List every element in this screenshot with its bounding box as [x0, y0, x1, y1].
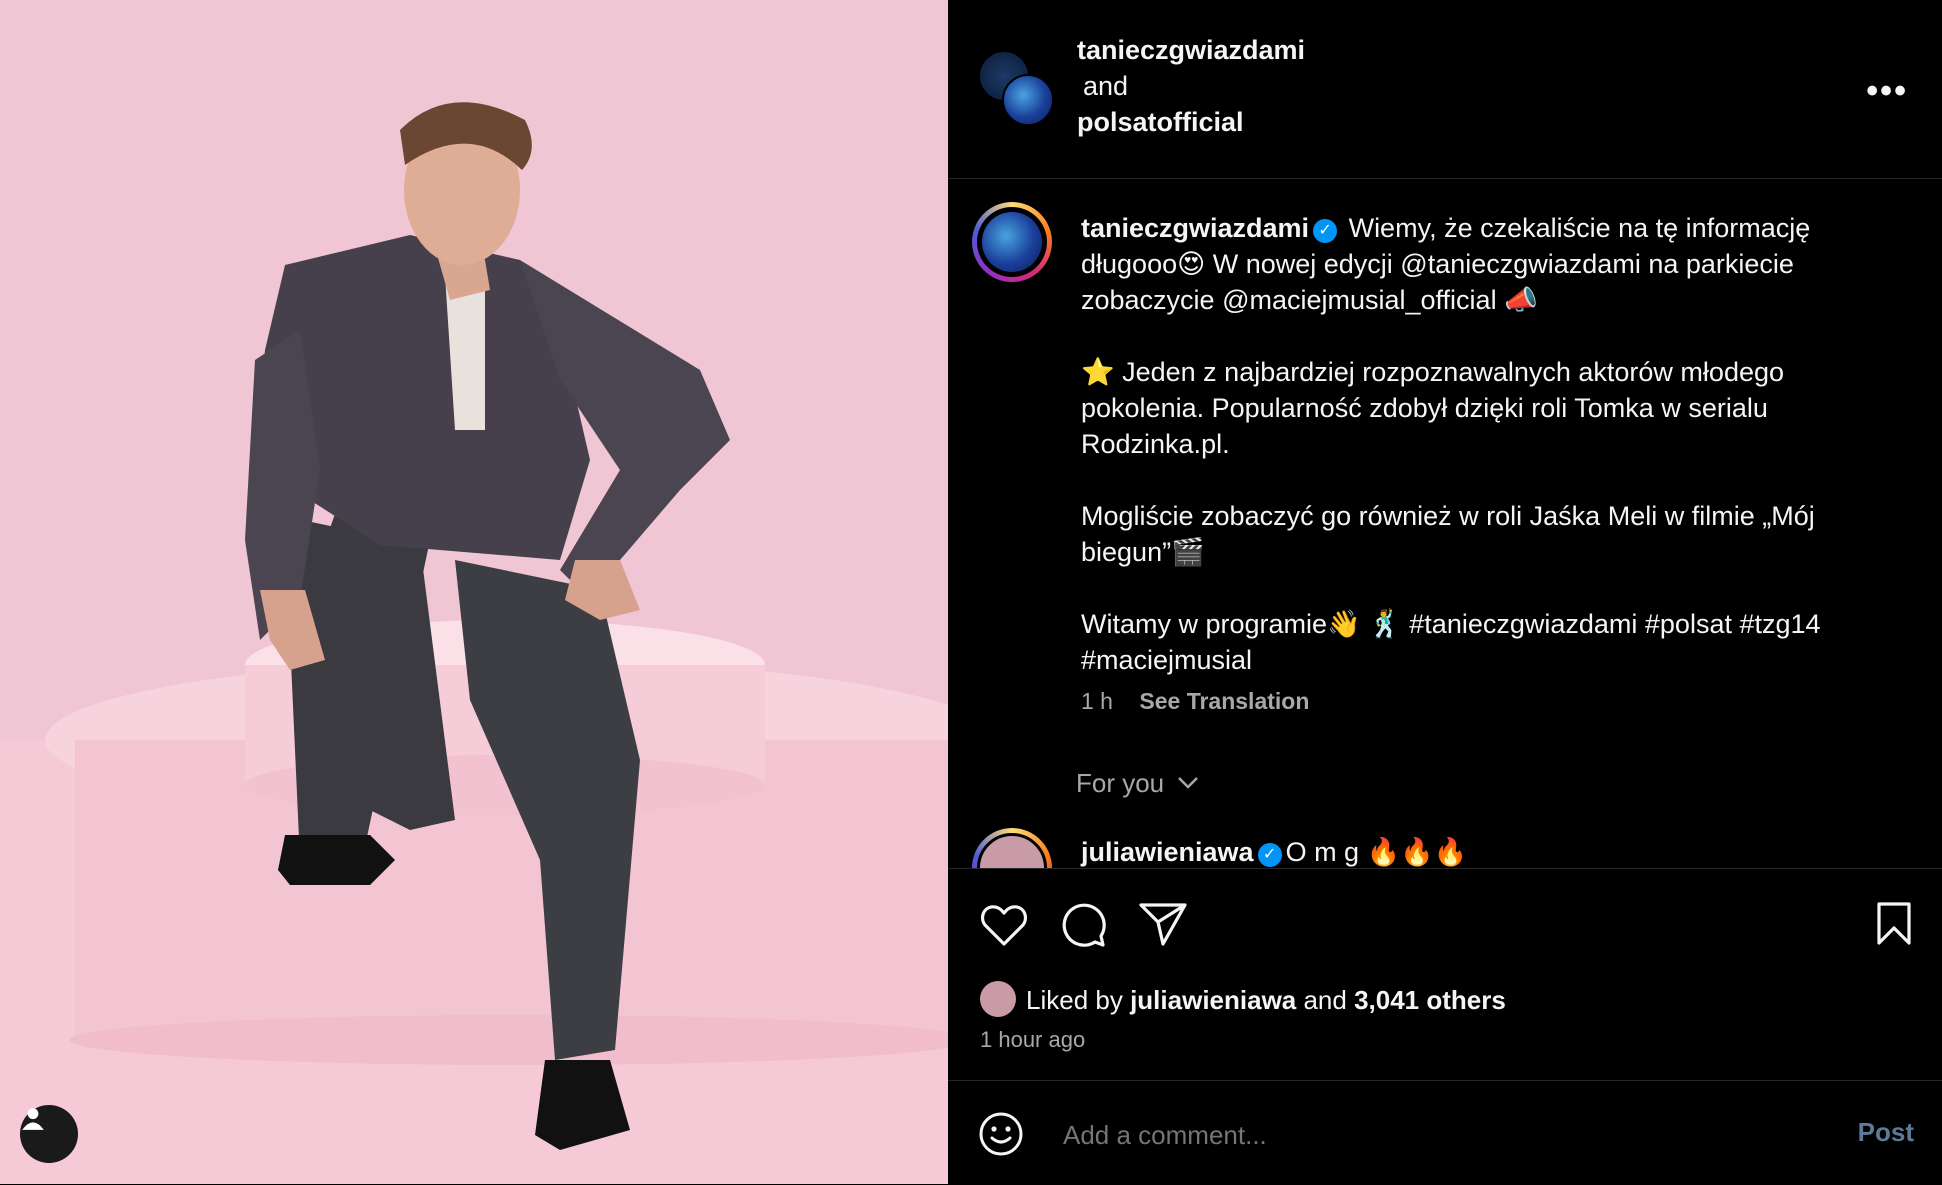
comment-input[interactable]: [1061, 1119, 1765, 1152]
add-comment-bar: Post: [948, 1080, 1942, 1185]
user-icon: [22, 1108, 44, 1130]
tagged-users-button[interactable]: [20, 1105, 78, 1163]
collab-avatars[interactable]: [980, 52, 1060, 132]
bookmark-icon[interactable]: [1874, 901, 1914, 947]
caption-para3: Mogliście zobaczyć go również w roli Jaś…: [1081, 501, 1815, 567]
post-timestamp[interactable]: 1 hour ago: [980, 1027, 1085, 1053]
liker-avatar[interactable]: [980, 981, 1016, 1017]
see-translation-button[interactable]: See Translation: [1139, 688, 1309, 714]
post-photo: [0, 0, 948, 1184]
post-sidebar: tanieczgwiazdami and polsatofficial ••• …: [948, 0, 1942, 1184]
header-username-1[interactable]: tanieczgwiazdami: [1077, 32, 1305, 68]
chevron-down-icon: [1178, 777, 1199, 789]
comment-text: O m g 🔥🔥🔥: [1285, 837, 1468, 867]
likes-prefix: Liked by: [1026, 985, 1131, 1015]
heart-icon[interactable]: [980, 903, 1028, 947]
post-actions: Liked by juliawieniawa and 3,041 others …: [948, 868, 1942, 1052]
caption-para2: ⭐️ Jeden z najbardziej rozpoznawalnych a…: [1081, 357, 1785, 459]
comments-section[interactable]: tanieczgwiazdami ✓ Wiemy, że czekaliście …: [948, 178, 1942, 868]
comment-sort-dropdown[interactable]: For you: [1076, 768, 1199, 799]
caption-time[interactable]: 1 h: [1081, 688, 1113, 714]
post-comment-button[interactable]: Post: [1858, 1117, 1914, 1148]
likes-summary: Liked by juliawieniawa and 3,041 others: [980, 981, 1506, 1017]
caption-avatar[interactable]: [972, 202, 1052, 282]
verified-badge-icon: ✓: [1257, 843, 1282, 867]
caption-username[interactable]: tanieczgwiazdami: [1081, 213, 1309, 243]
comment-sort-label: For you: [1076, 768, 1165, 798]
comment-avatar[interactable]: [972, 828, 1052, 868]
comment-username[interactable]: juliawieniawa: [1081, 837, 1254, 867]
likes-others[interactable]: 3,041 others: [1354, 985, 1506, 1015]
share-icon[interactable]: [1138, 901, 1188, 947]
caption-para4: Witamy w programie👋 🕺 #tanieczgwiazdami …: [1081, 609, 1821, 675]
comment-icon[interactable]: [1060, 901, 1108, 949]
more-horizontal-icon[interactable]: •••: [1866, 72, 1908, 111]
post-header: tanieczgwiazdami and polsatofficial •••: [948, 0, 1942, 179]
avatar-tanieczgwiazdami: [1002, 74, 1054, 126]
post-caption: tanieczgwiazdami ✓ Wiemy, że czekaliście …: [1081, 210, 1891, 714]
caption-meta: 1 h See Translation: [1081, 688, 1309, 715]
post-image[interactable]: [0, 0, 948, 1184]
likes-middle: and: [1296, 985, 1355, 1015]
verified-badge-icon: ✓: [1313, 219, 1338, 243]
header-joiner: and: [1083, 71, 1129, 101]
likes-user[interactable]: juliawieniawa: [1130, 985, 1296, 1015]
emoji-icon[interactable]: [978, 1111, 1024, 1157]
collab-usernames: tanieczgwiazdami and polsatofficial: [1077, 32, 1305, 140]
header-username-2[interactable]: polsatofficial: [1077, 104, 1305, 140]
